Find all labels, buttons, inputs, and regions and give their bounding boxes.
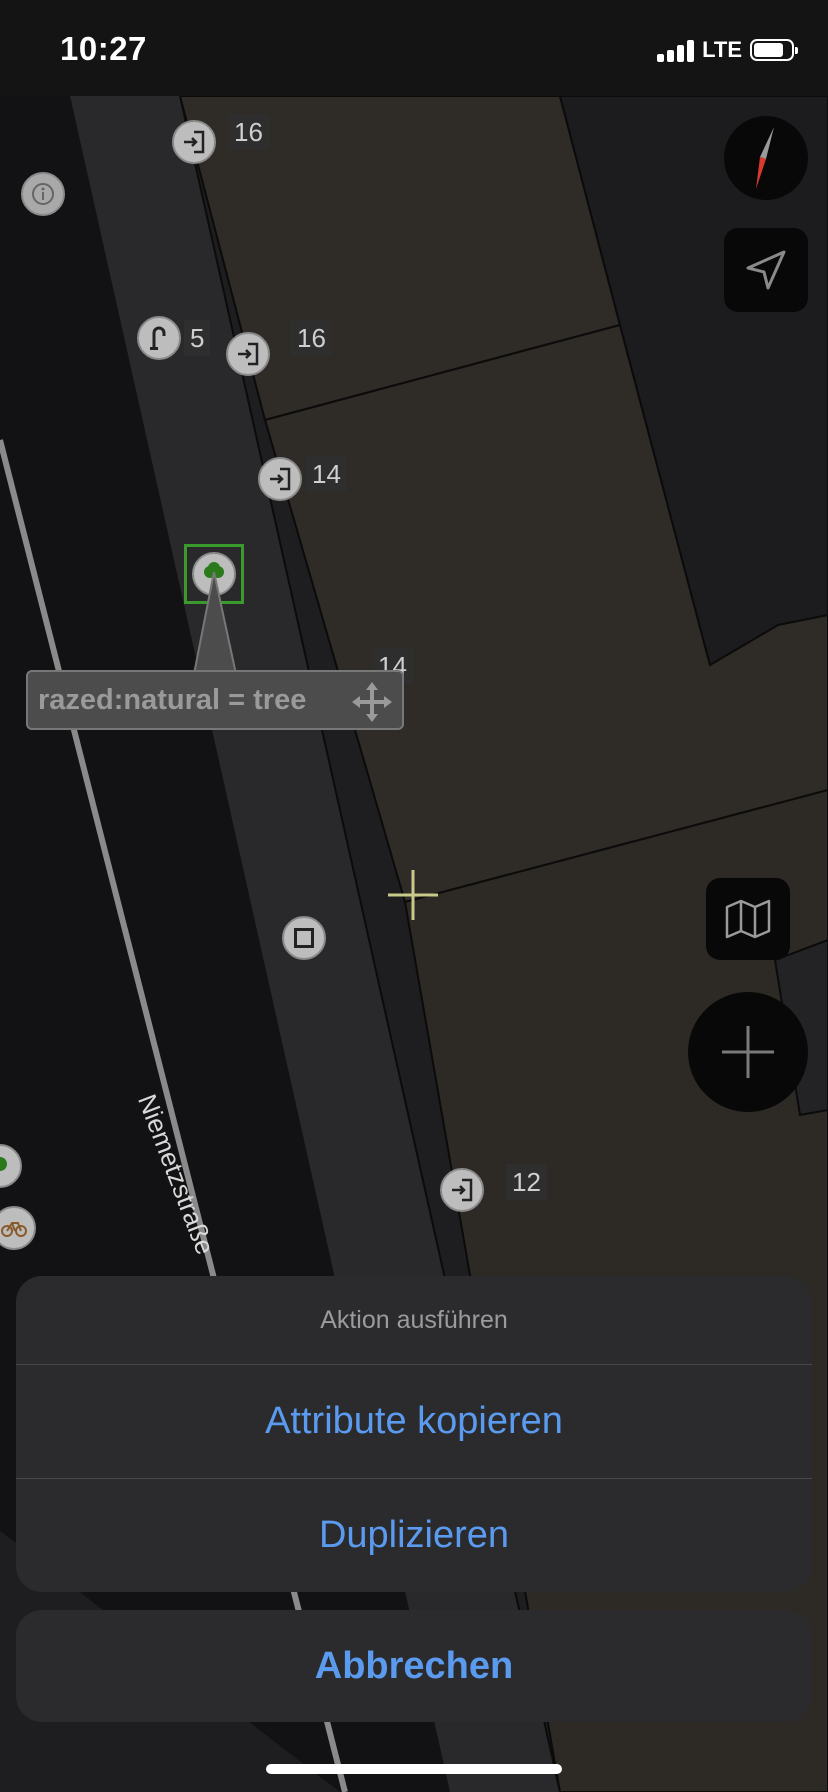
info-icon[interactable] xyxy=(21,172,65,216)
compass-icon xyxy=(756,127,774,189)
house-number-label: 16 xyxy=(291,320,332,356)
entrance-icon[interactable] xyxy=(440,1168,484,1212)
house-number-label: 14 xyxy=(306,456,347,492)
copy-attributes-button[interactable]: Attribute kopieren xyxy=(16,1365,812,1479)
entrance-icon[interactable] xyxy=(258,457,302,501)
map-layers-button[interactable] xyxy=(706,878,790,960)
clock: 10:27 xyxy=(60,30,147,67)
tap-icon[interactable] xyxy=(137,316,181,360)
status-bar: 10:27 LTE xyxy=(0,0,828,96)
signal-icon xyxy=(657,38,695,62)
move-arrows-icon[interactable] xyxy=(350,680,394,724)
network-type: LTE xyxy=(702,37,742,62)
map-layers-icon xyxy=(725,899,771,939)
status-indicators: LTE xyxy=(657,37,798,62)
duplicate-button[interactable]: Duplizieren xyxy=(16,1479,812,1592)
entrance-icon[interactable] xyxy=(226,332,270,376)
battery-icon xyxy=(750,39,798,61)
action-sheet-title: Aktion ausführen xyxy=(16,1276,812,1365)
action-sheet: Aktion ausführen Attribute kopieren Dupl… xyxy=(16,1276,812,1592)
tag-tooltip[interactable]: razed:natural = tree xyxy=(26,670,404,730)
locate-button[interactable] xyxy=(724,228,808,312)
location-arrow-icon xyxy=(746,250,786,290)
tooltip-pointer xyxy=(192,572,238,675)
tag-tooltip-text: razed:natural = tree xyxy=(38,683,307,716)
house-number-label: 12 xyxy=(506,1164,547,1200)
plus-icon xyxy=(722,1026,774,1078)
cancel-button[interactable]: Abbrechen xyxy=(16,1610,812,1722)
entrance-icon[interactable] xyxy=(172,120,216,164)
home-indicator[interactable] xyxy=(266,1764,562,1774)
add-button[interactable] xyxy=(688,992,808,1112)
house-number-label: 5 xyxy=(184,320,211,356)
house-number-label: 16 xyxy=(228,114,269,150)
compass-button[interactable] xyxy=(724,116,808,200)
square-node-icon[interactable] xyxy=(282,916,326,960)
